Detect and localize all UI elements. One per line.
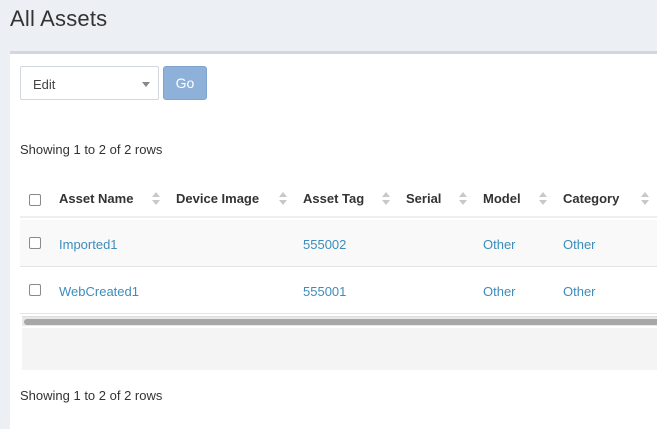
column-header-serial[interactable]: Serial xyxy=(406,191,441,206)
horizontal-scrollbar[interactable] xyxy=(22,316,657,326)
sort-icon[interactable] xyxy=(152,192,160,206)
row-checkbox[interactable] xyxy=(29,237,41,249)
asset-name-link[interactable]: WebCreated1 xyxy=(59,284,139,299)
pagination-info-top: Showing 1 to 2 of 2 rows xyxy=(20,142,163,157)
column-header-asset-name[interactable]: Asset Name xyxy=(59,191,133,206)
asset-tag-link[interactable]: 555002 xyxy=(303,237,346,252)
row-checkbox[interactable] xyxy=(29,284,41,296)
caret-down-icon xyxy=(142,82,150,87)
scrollbar-thumb[interactable] xyxy=(24,319,657,325)
sort-icon[interactable] xyxy=(459,192,467,206)
column-header-category[interactable]: Category xyxy=(563,191,619,206)
column-header-model[interactable]: Model xyxy=(483,191,521,206)
table-footer xyxy=(22,328,657,370)
category-link[interactable]: Other xyxy=(563,237,596,252)
column-header-device-image[interactable]: Device Image xyxy=(176,191,259,206)
column-header-asset-tag[interactable]: Asset Tag xyxy=(303,191,364,206)
bulk-action-select[interactable]: Edit xyxy=(20,66,159,100)
go-button[interactable]: Go xyxy=(163,66,207,100)
model-link[interactable]: Other xyxy=(483,237,516,252)
select-all-checkbox[interactable] xyxy=(29,194,41,206)
pagination-info-bottom: Showing 1 to 2 of 2 rows xyxy=(20,388,163,403)
table-row: WebCreated1 555001 Other Other xyxy=(20,267,657,314)
model-link[interactable]: Other xyxy=(483,284,516,299)
sort-icon[interactable] xyxy=(641,192,649,206)
category-link[interactable]: Other xyxy=(563,284,596,299)
asset-tag-link[interactable]: 555001 xyxy=(303,284,346,299)
table-row: Imported1 555002 Other Other xyxy=(20,220,657,267)
table-header-row: Asset Name Device Image Asset Tag Serial… xyxy=(20,180,657,218)
sort-icon[interactable] xyxy=(539,192,547,206)
sort-icon[interactable] xyxy=(382,192,390,206)
asset-name-link[interactable]: Imported1 xyxy=(59,237,118,252)
sort-icon[interactable] xyxy=(279,192,287,206)
bulk-action-selected-value: Edit xyxy=(33,77,56,92)
page-title: All Assets xyxy=(10,6,108,31)
assets-box: Edit Go Showing 1 to 2 of 2 rows Asset N… xyxy=(10,51,657,429)
